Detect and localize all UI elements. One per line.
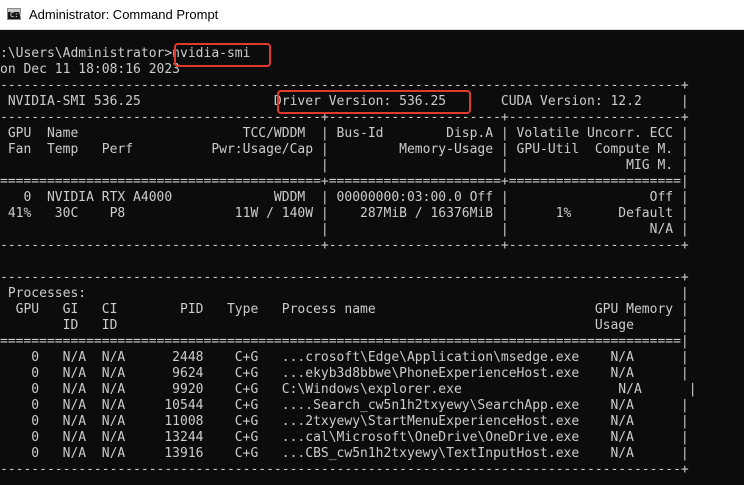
terminal-line: |=======================================…	[0, 174, 689, 189]
terminal-line: | 0 N/A N/A 13916 C+G ...CBS_cw5n1h2txye…	[0, 446, 689, 461]
terminal-line: +---------------------------------------…	[0, 462, 689, 477]
terminal-output[interactable]: +---------------------------------------…	[0, 30, 744, 485]
terminal-line: |=======================================…	[0, 334, 689, 349]
terminal-line: | Processes: |	[0, 286, 689, 301]
terminal-line: +---------------------------------------…	[0, 78, 689, 93]
terminal-line: +---------------------------------------…	[0, 238, 689, 253]
title-bar[interactable]: C:\ Administrator: Command Prompt	[0, 0, 744, 30]
terminal-line: | NVIDIA-SMI 536.25 Driver Version: 536.…	[0, 94, 689, 109]
terminal-line: | | | MIG M. |	[0, 158, 689, 173]
terminal-line: | 0 N/A N/A 11008 C+G ...2txyewy\StartMe…	[0, 414, 689, 429]
terminal-line: | ID ID Usage |	[0, 318, 689, 333]
window-title: Administrator: Command Prompt	[29, 7, 219, 22]
terminal-line: | 0 NVIDIA RTX A4000 WDDM | 00000000:03:…	[0, 190, 689, 205]
terminal-line: | GPU GI CI PID Type Process name GPU Me…	[0, 302, 689, 317]
terminal-line: +---------------------------------------…	[0, 270, 689, 285]
terminal-line: | 41% 30C P8 11W / 140W | 287MiB / 16376…	[0, 206, 689, 221]
terminal-line: | 0 N/A N/A 10544 C+G ....Search_cw5n1h2…	[0, 398, 689, 413]
terminal-line: C:\Users\Administrator>nvidia-smi	[0, 46, 251, 61]
terminal-line: | 0 N/A N/A 13244 C+G ...cal\Microsoft\O…	[0, 430, 689, 445]
command-prompt-icon: C:\	[7, 8, 23, 20]
terminal-line: | 0 N/A N/A 9920 C+G C:\Windows\explorer…	[0, 382, 697, 397]
terminal-line: | Fan Temp Perf Pwr:Usage/Cap | Memory-U…	[0, 142, 689, 157]
terminal-line: | 0 N/A N/A 9624 C+G ...ekyb3d8bbwe\Phon…	[0, 366, 689, 381]
terminal-line: | GPU Name TCC/WDDM | Bus-Id Disp.A | Vo…	[0, 126, 689, 141]
terminal-line: | 0 N/A N/A 2448 C+G ...crosoft\Edge\App…	[0, 350, 689, 365]
terminal-line: |---------------------------------------…	[0, 110, 689, 125]
terminal-line: | | | N/A |	[0, 222, 689, 237]
terminal-line: Mon Dec 11 18:08:16 2023	[0, 62, 181, 77]
